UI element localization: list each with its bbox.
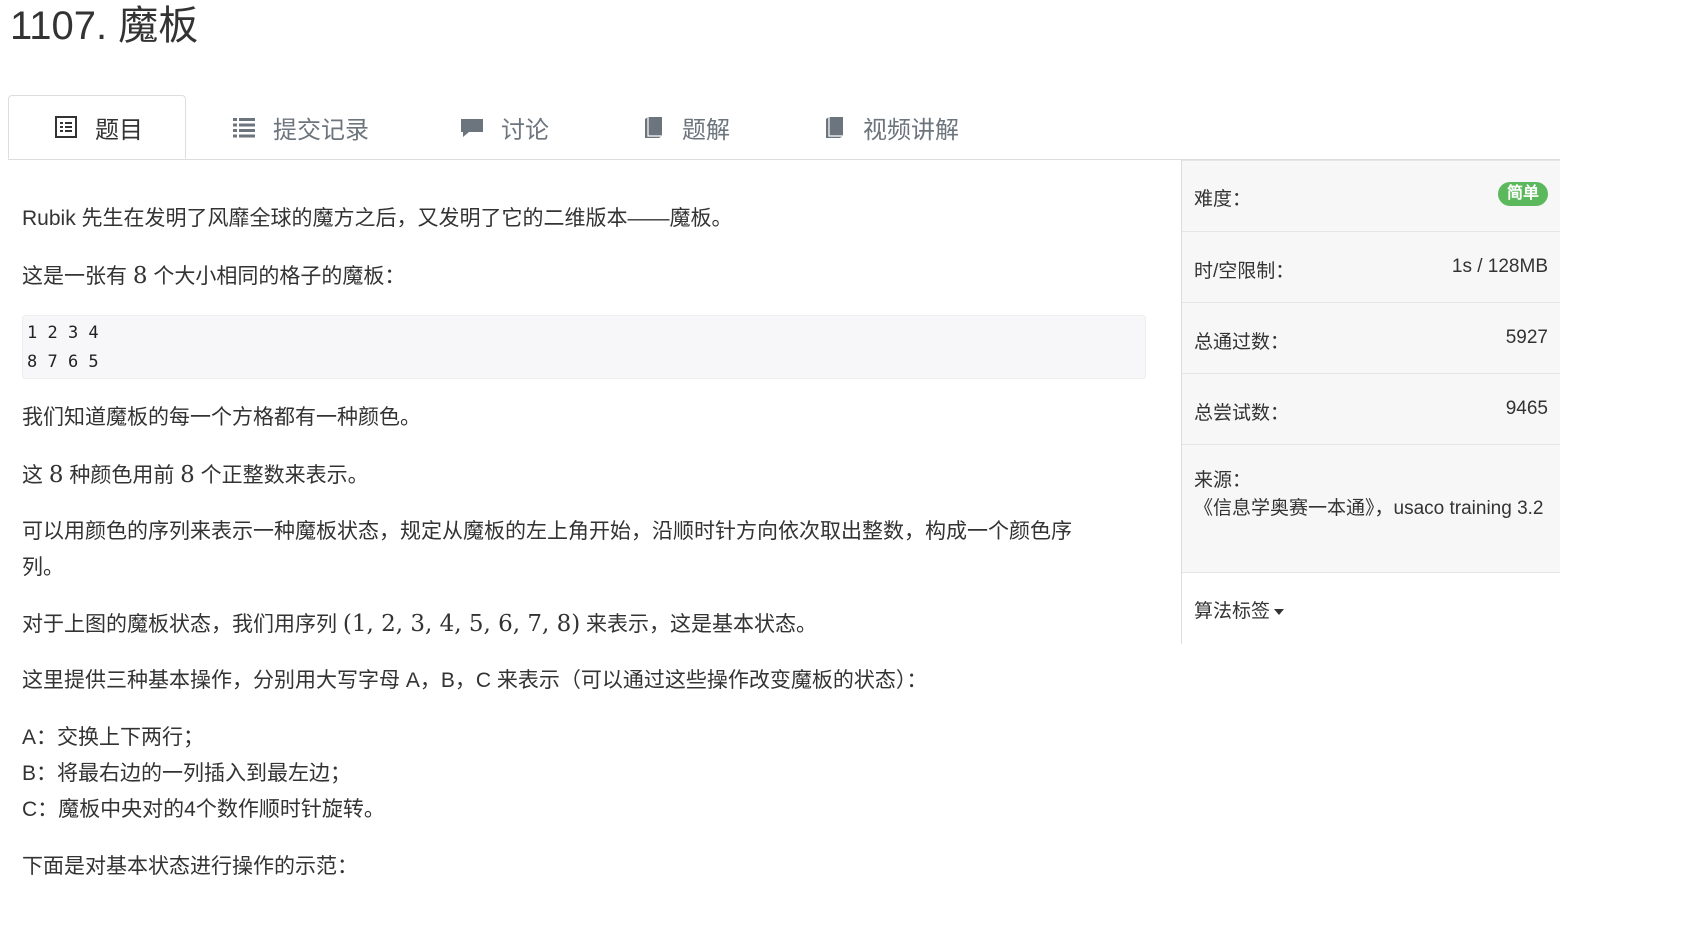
operation-b: B：将最右边的一列插入到最左边； [22, 762, 352, 785]
limit-value: 1s / 128MB [1451, 256, 1548, 277]
paragraph-basic-state: 对于上图的魔板状态，我们用序列 (1, 2, 3, 4, 5, 6, 7, 8)… [22, 606, 1146, 643]
tags-label: 算法标签 [1194, 601, 1271, 622]
source-label: 来源： [1194, 470, 1252, 491]
tab-submissions-label: 提交记录 [273, 116, 369, 144]
code-block: 1 2 3 4 8 7 6 5 [22, 315, 1146, 379]
paragraph-sequence: 可以用颜色的序列来表示一种魔板状态，规定从魔板的左上角开始，沿顺时针方向依次取出… [22, 514, 1146, 586]
attempts-value: 9465 [1505, 398, 1548, 419]
accepted-label: 总通过数： [1194, 332, 1290, 353]
tab-submissions[interactable]: 提交记录 [231, 95, 369, 159]
accepted-row: 总通过数： 5927 [1182, 302, 1560, 374]
text: 对于上图的魔板状态，我们用序列 [22, 613, 343, 636]
text: 这是一张有 [22, 265, 133, 288]
comment-icon [459, 114, 485, 140]
difficulty-label: 难度： [1194, 189, 1252, 210]
source-row: 来源： 《信息学奥赛一本通》，usaco training 3.2 [1182, 444, 1560, 573]
tags-toggle[interactable]: 算法标签 [1194, 596, 1285, 623]
source-block: 来源： 《信息学奥赛一本通》，usaco training 3.2 [1194, 467, 1544, 523]
difficulty-row: 难度： 简单 [1182, 160, 1560, 232]
math-number: 8 [132, 263, 148, 289]
tab-discussion-label: 讨论 [501, 116, 549, 144]
paragraph-demo: 下面是对基本状态进行操作的示范： [22, 855, 358, 878]
tab-problem-label: 题目 [95, 116, 143, 144]
tab-discussion[interactable]: 讨论 [459, 95, 549, 159]
paragraph-intro: Rubik 先生在发明了风靡全球的魔方之后，又发明了它的二维版本——魔板。 [22, 207, 733, 230]
source-value: 《信息学奥赛一本通》，usaco training 3.2 [1194, 498, 1544, 519]
problem-page: 1107. 魔板 题目 提交记录 讨论 题解 视频讲解 Rubik 先生在发明了… [0, 0, 1681, 950]
book-icon [821, 114, 847, 140]
text-line: 可以用颜色的序列来表示一种魔板状态，规定从魔板的左上角开始，沿顺时针方向依次取出… [22, 520, 1072, 543]
paragraph-colors: 我们知道魔板的每一个方格都有一种颜色。 [22, 406, 421, 429]
operation-a: A：交换上下两行； [22, 726, 205, 749]
text-line: 列。 [22, 556, 64, 579]
tab-bar: 题目 提交记录 讨论 题解 视频讲解 [8, 95, 1560, 160]
list-alt-icon [53, 114, 79, 140]
math-number: 8 [180, 462, 195, 488]
attempts-label: 总尝试数： [1194, 403, 1290, 424]
problem-info-panel: 难度： 简单 时/空限制： 1s / 128MB 总通过数： 5927 总尝试数… [1181, 160, 1560, 644]
list-icon [231, 114, 257, 140]
math-number: 8 [48, 462, 64, 488]
text: 来表示，这是基本状态。 [580, 613, 818, 636]
tags-row[interactable]: 算法标签 [1182, 572, 1560, 644]
paragraph-grid: 这是一张有 8 个大小相同的格子的魔板： [22, 258, 1146, 295]
paragraph-operations: 这里提供三种基本操作，分别用大写字母 A，B，C 来表示（可以通过这些操作改变魔… [22, 669, 928, 692]
paragraph-integers: 这 8 种颜色用前 8 个正整数来表示。 [22, 457, 1146, 494]
tab-video-label: 视频讲解 [863, 116, 959, 144]
operation-c: C：魔板中央对的4个数作顺时针旋转。 [22, 798, 385, 821]
attempts-row: 总尝试数： 9465 [1182, 373, 1560, 445]
text: 种颜色用前 [63, 464, 181, 487]
tab-solutions-label: 题解 [682, 116, 730, 144]
accepted-value: 5927 [1505, 327, 1548, 348]
text: 个大小相同的格子的魔板： [147, 265, 406, 288]
problem-number: 1107. [10, 4, 108, 48]
text: 这 [22, 464, 49, 487]
text: 个正整数来表示。 [194, 464, 369, 487]
tab-solutions[interactable]: 题解 [640, 95, 730, 159]
page-title: 1107. 魔板 [10, 0, 198, 52]
limit-label: 时/空限制： [1194, 261, 1295, 282]
book-icon [640, 114, 666, 140]
tab-problem[interactable]: 题目 [8, 95, 186, 159]
caret-down-icon [1274, 608, 1285, 615]
difficulty-badge: 简单 [1497, 182, 1548, 206]
tab-video[interactable]: 视频讲解 [821, 95, 959, 159]
math-sequence: (1, 2, 3, 4, 5, 6, 7, 8) [342, 611, 581, 637]
problem-name: 魔板 [118, 4, 199, 48]
limit-row: 时/空限制： 1s / 128MB [1182, 231, 1560, 303]
